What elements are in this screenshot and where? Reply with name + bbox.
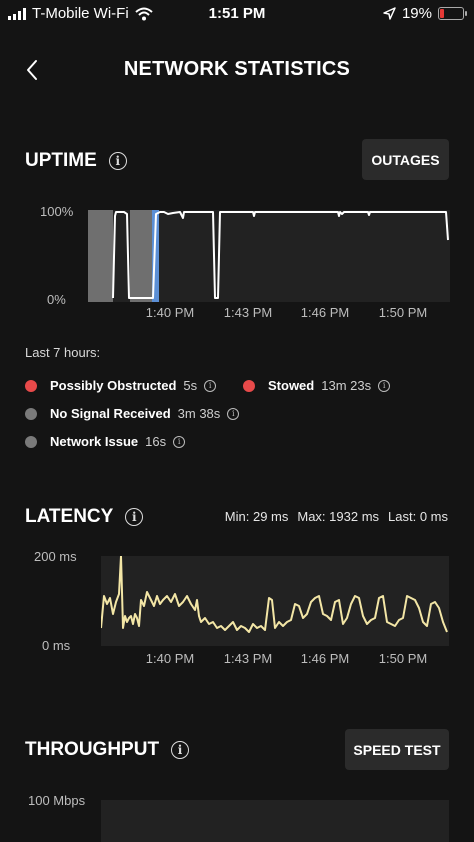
- latency-title: LATENCY: [25, 506, 114, 527]
- latency-y-bottom-label: 0 ms: [42, 638, 71, 653]
- throughput-chart: [101, 800, 449, 842]
- latency-y-top-label: 200 ms: [34, 549, 77, 564]
- outages-button[interactable]: OUTAGES: [362, 139, 449, 180]
- legend-dot: [243, 379, 255, 392]
- throughput-title: THROUGHPUT: [25, 739, 160, 760]
- uptime-section-title: UPTIME i: [25, 150, 127, 172]
- legend-item-stowed: Stowed 13m 23s i: [243, 378, 391, 393]
- latency-max: Max: 1932 ms: [297, 509, 380, 524]
- latency-info-icon[interactable]: i: [125, 508, 144, 526]
- legend-value: 3m 38s: [177, 406, 221, 421]
- legend-dot: [25, 435, 37, 448]
- uptime-chart: [88, 210, 450, 302]
- uptime-x-tick: 1:40 PM: [145, 305, 195, 320]
- outage-no-signal-band: [130, 210, 154, 302]
- latency-x-tick: 1:43 PM: [223, 651, 273, 666]
- legend-dot: [25, 407, 37, 420]
- uptime-info-icon[interactable]: i: [108, 152, 127, 170]
- throughput-y-top-label: 100 Mbps: [28, 793, 86, 808]
- latency-min: Min: 29 ms: [224, 509, 289, 524]
- legend-dot: [25, 379, 37, 392]
- info-icon[interactable]: i: [378, 379, 391, 392]
- legend-name: No Signal Received: [50, 406, 171, 421]
- speed-test-button[interactable]: SPEED TEST: [345, 729, 449, 770]
- legend-value: 13m 23s: [321, 378, 372, 393]
- outage-no-signal-band: [88, 210, 113, 302]
- latency-x-tick: 1:46 PM: [300, 651, 350, 666]
- latency-last: Last: 0 ms: [388, 509, 448, 524]
- uptime-x-tick: 1:46 PM: [300, 305, 350, 320]
- latency-stats: Min: 29 ms Max: 1932 ms Last: 0 ms: [225, 509, 448, 524]
- info-icon[interactable]: i: [204, 379, 217, 392]
- latency-section-title: LATENCY i: [25, 506, 144, 528]
- legend-item-possibly-obstructed: Possibly Obstructed 5s i: [25, 378, 217, 393]
- location-arrow-icon: [383, 7, 396, 20]
- uptime-x-tick: 1:50 PM: [378, 305, 428, 320]
- latency-chart: [101, 556, 449, 646]
- legend-value: 5s: [183, 378, 198, 393]
- legend-item-no-signal: No Signal Received 3m 38s i: [25, 406, 240, 421]
- latency-x-tick: 1:40 PM: [145, 651, 195, 666]
- legend-item-network-issue: Network Issue 16s i: [25, 434, 186, 449]
- uptime-x-tick: 1:43 PM: [223, 305, 273, 320]
- uptime-title: UPTIME: [25, 150, 97, 171]
- legend-value: 16s: [145, 434, 167, 449]
- page-title: NETWORK STATISTICS: [123, 58, 351, 80]
- status-bar: T-Mobile Wi-Fi 1:51 PM 19%: [0, 0, 474, 28]
- throughput-info-icon[interactable]: i: [171, 741, 190, 759]
- info-icon[interactable]: i: [173, 435, 186, 448]
- battery-percent: 19%: [401, 5, 432, 22]
- uptime-y-top-label: 100%: [40, 204, 74, 219]
- info-icon[interactable]: i: [227, 407, 240, 420]
- throughput-section-title: THROUGHPUT i: [25, 739, 190, 761]
- legend-name: Network Issue: [50, 434, 139, 449]
- legend-name: Possibly Obstructed: [50, 378, 177, 393]
- battery-icon: [438, 7, 467, 20]
- legend-name: Stowed: [268, 378, 315, 393]
- uptime-y-bottom-label: 0%: [47, 292, 66, 307]
- status-right: 19%: [383, 5, 467, 22]
- legend-caption: Last 7 hours:: [25, 345, 101, 360]
- latency-x-tick: 1:50 PM: [378, 651, 428, 666]
